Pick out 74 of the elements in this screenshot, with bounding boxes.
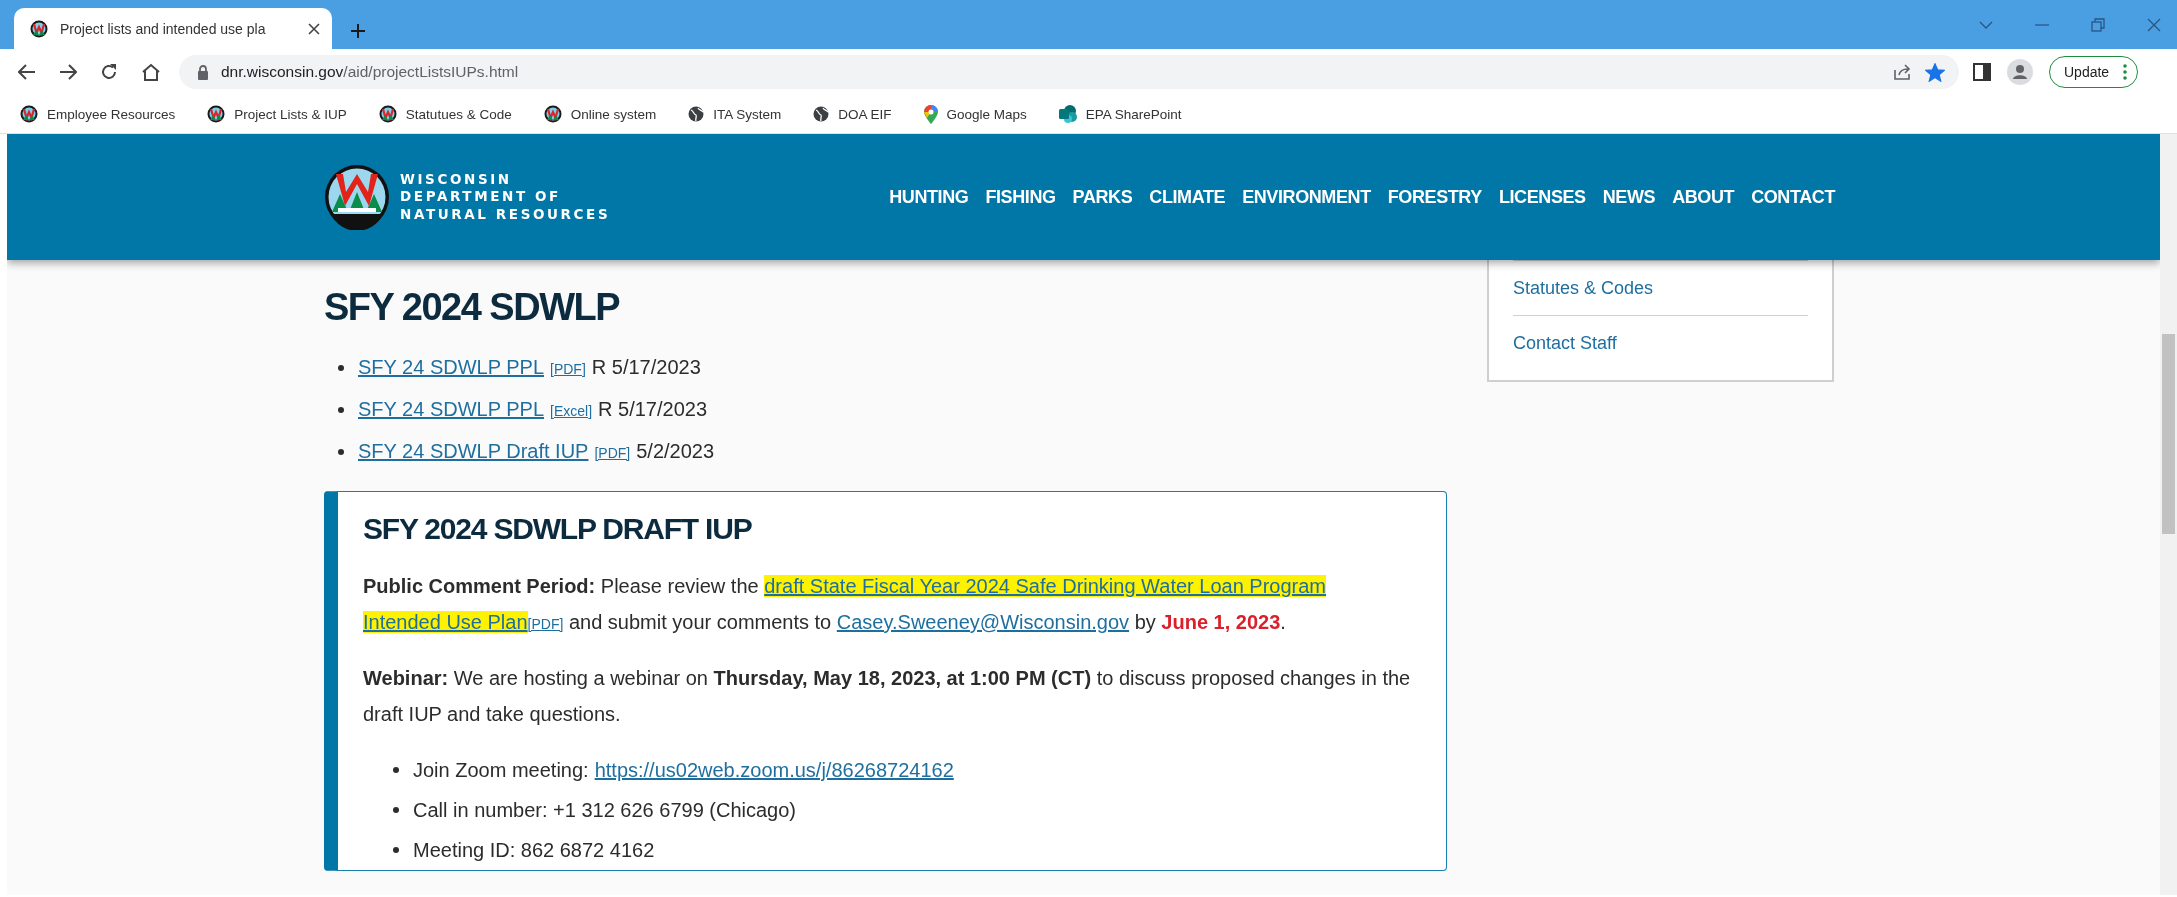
address-bar[interactable]: dnr.wisconsin.gov/aid/projectListsIUPs.html: [179, 55, 1959, 89]
file-type-link[interactable]: [PDF]: [594, 433, 631, 473]
date-text: R 5/17/2023: [598, 397, 707, 422]
notice-heading: SFY 2024 SDWLP DRAFT IUP: [363, 512, 753, 546]
nav-link[interactable]: ENVIRONMENT: [1242, 186, 1371, 208]
section-heading: SFY 2024 SDWLP: [324, 286, 621, 329]
globe-icon: [688, 106, 705, 122]
dnr-logo-icon: [324, 164, 390, 230]
file-type-link[interactable]: [PDF]: [550, 349, 586, 389]
nav-link[interactable]: FISHING: [985, 186, 1056, 208]
nav-link[interactable]: HUNTING: [889, 186, 969, 208]
bullet-icon: [338, 407, 344, 413]
sidebar-link[interactable]: Statutes & Codes: [1513, 260, 1808, 315]
date-text: 5/2/2023: [636, 439, 715, 464]
url-text: dnr.wisconsin.gov/aid/projectListsIUPs.html: [221, 63, 519, 81]
kebab-menu-icon: [2123, 64, 2128, 80]
file-type-link[interactable]: [PDF]: [527, 616, 564, 632]
meeting-link[interactable]: https://us02web.zoom.us/j/86268724162: [594, 750, 954, 790]
site-favicon-icon: [378, 105, 397, 123]
detail-text: Join Zoom meeting:: [413, 758, 589, 783]
document-link[interactable]: Intended Use Plan: [363, 611, 528, 633]
side-panel-icon[interactable]: [1973, 63, 1991, 81]
document-link[interactable]: draft State Fiscal Year 2024 Safe Drinking Water Loan Program: [764, 575, 1326, 597]
nav-link[interactable]: NEWS: [1602, 186, 1656, 208]
site-favicon-icon: [543, 105, 562, 123]
bullet-icon: [338, 365, 344, 371]
close-icon[interactable]: [308, 22, 320, 35]
bookmark-item[interactable]: DOA EIF: [809, 104, 896, 124]
scrollbar[interactable]: [2160, 134, 2177, 895]
nav-link[interactable]: CLIMATE: [1149, 186, 1226, 208]
sharepoint-icon: [1058, 105, 1077, 123]
sidebar-link[interactable]: Contact Staff: [1513, 315, 1808, 370]
star-icon[interactable]: [1925, 62, 1945, 82]
profile-icon[interactable]: [2007, 59, 2033, 85]
scrollbar-thumb[interactable]: [2162, 334, 2175, 534]
bookmark-item[interactable]: Statutues & Code: [374, 103, 516, 125]
browser-tab[interactable]: Project lists and intended use pla: [14, 8, 332, 49]
bullet-icon: [393, 847, 399, 853]
bookmark-item[interactable]: Project Lists & IUP: [203, 103, 351, 125]
site-favicon-icon: [30, 19, 48, 38]
site-favicon-icon: [20, 105, 38, 123]
logo-text: WISCONSIN DEPARTMENT OF NATURAL RESOURCES: [400, 170, 611, 224]
nav-link[interactable]: CONTACT: [1751, 186, 1835, 208]
restore-icon[interactable]: [2091, 17, 2105, 32]
bookmark-item[interactable]: Google Maps: [919, 102, 1031, 126]
bookmark-item[interactable]: EPA SharePoint: [1054, 103, 1186, 125]
nav-link[interactable]: ABOUT: [1672, 186, 1735, 208]
nav-link[interactable]: LICENSES: [1498, 186, 1586, 208]
chevron-down-icon[interactable]: [1979, 20, 1993, 29]
share-icon[interactable]: [1893, 63, 1913, 81]
bookmark-item[interactable]: ITA System: [684, 104, 786, 124]
file-type-link[interactable]: [Excel]: [550, 391, 593, 431]
webinar-paragraph: Webinar: We are hosting a webinar on Thursday, May 18, 2023, at 1:00 PM (CT) to discuss proposed changes in the draft IUP and take questions.: [363, 666, 1412, 727]
update-button[interactable]: Update: [2049, 56, 2139, 88]
nav-link[interactable]: PARKS: [1072, 186, 1133, 208]
date-text: R 5/17/2023: [591, 355, 701, 380]
nav-link[interactable]: FORESTRY: [1387, 186, 1482, 208]
new-tab-icon[interactable]: [350, 23, 366, 39]
lock-icon: [197, 64, 209, 80]
site-favicon-icon: [207, 105, 226, 123]
document-link[interactable]: SFY 24 SDWLP Draft IUP: [358, 431, 589, 471]
document-link[interactable]: SFY 24 SDWLP PPL: [358, 389, 544, 429]
globe-icon: [813, 106, 830, 122]
detail-text: Call in number: +1 312 626 6799 (Chicago): [413, 798, 797, 823]
map-pin-icon: [923, 104, 938, 124]
comment-paragraph: Public Comment Period: Please review the draft State Fiscal Year 2024 Safe Drinking Water Loan Program Intended Use Plan[PDF] and submit your comments to Casey.Sweeney@Wisconsin.gov by June 1, 2023.: [363, 574, 1328, 635]
email-link[interactable]: Casey.Sweeney@Wisconsin.gov: [836, 611, 1130, 633]
bookmark-item[interactable]: Online system: [539, 103, 661, 125]
document-link[interactable]: SFY 24 SDWLP PPL: [358, 347, 544, 387]
bullet-icon: [338, 449, 344, 455]
bullet-icon: [393, 767, 399, 773]
detail-text: Meeting ID: 862 6872 4162: [413, 838, 655, 863]
bullet-icon: [393, 807, 399, 813]
bookmark-item[interactable]: Employee Resources: [16, 103, 180, 125]
